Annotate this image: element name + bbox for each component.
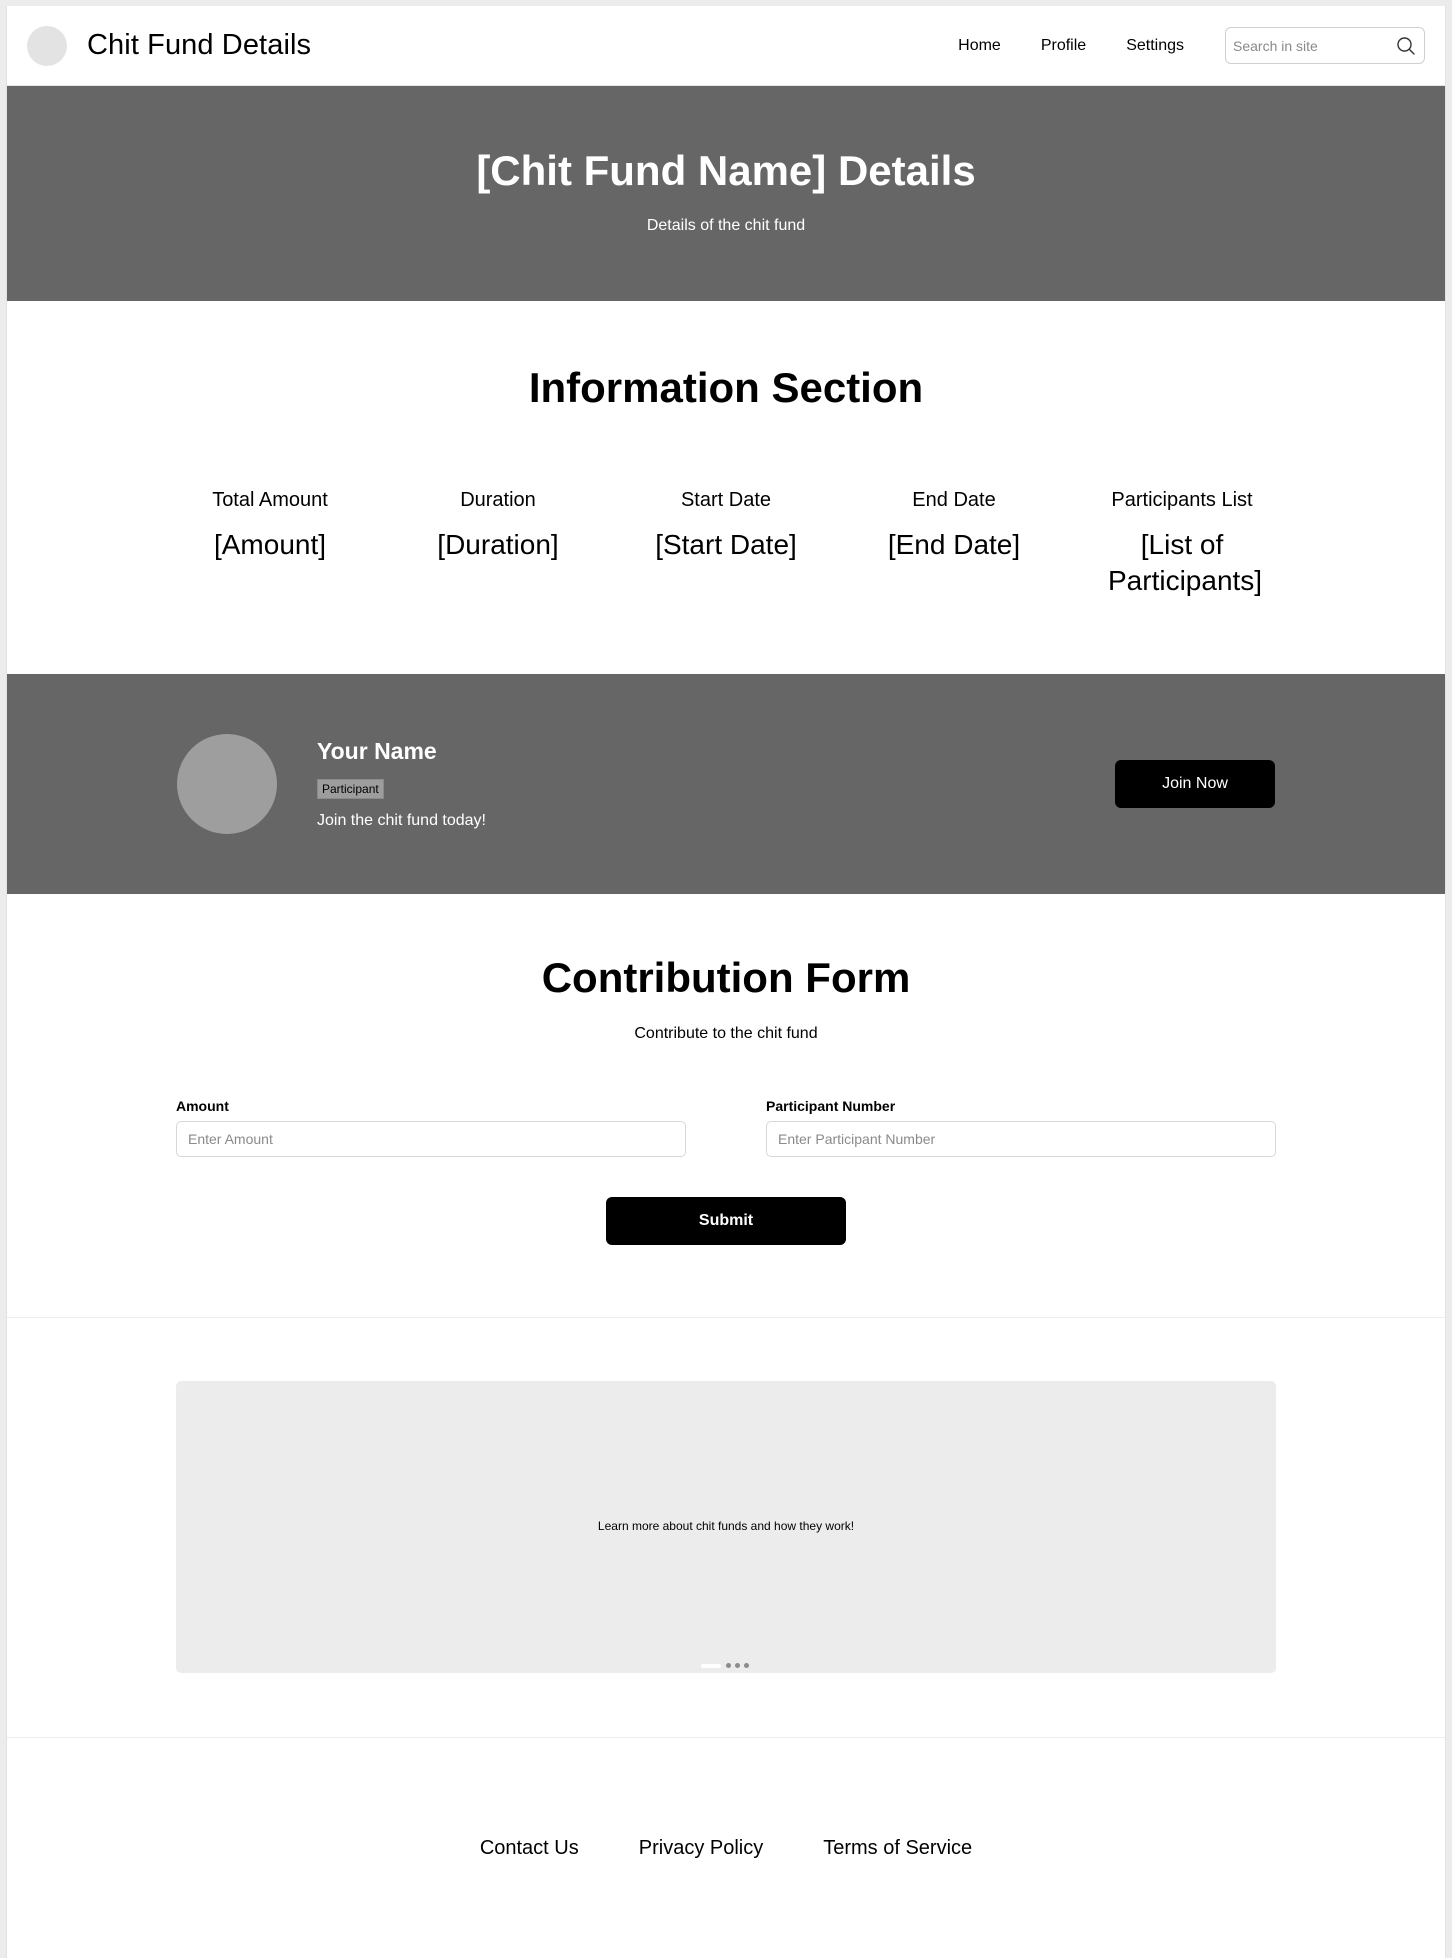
stat-label: Participants List	[1111, 489, 1253, 511]
stats-row: Total Amount [Amount] Duration [Duration…	[156, 488, 1296, 599]
carousel-section: Learn more about chit funds and how they…	[7, 1318, 1445, 1738]
profile-info: Your Name Participant Join the chit fund…	[317, 738, 486, 830]
profile-band: Your Name Participant Join the chit fund…	[7, 674, 1445, 894]
stat-label: Duration	[460, 489, 536, 511]
stat-start-date: Start Date [Start Date]	[612, 488, 840, 599]
stat-end-date: End Date [End Date]	[840, 488, 1068, 599]
submit-button[interactable]: Submit	[606, 1197, 846, 1245]
amount-field-group: Amount	[176, 1098, 686, 1157]
carousel-indicators	[176, 1663, 1276, 1668]
carousel-slide-text: Learn more about chit funds and how they…	[597, 1519, 855, 1533]
carousel-dot-active[interactable]	[701, 1663, 721, 1668]
nav-home-link[interactable]: Home	[958, 37, 1001, 55]
join-now-button[interactable]: Join Now	[1115, 760, 1275, 808]
stat-label: Total Amount	[212, 489, 328, 511]
hero-subtitle: Details of the chit fund	[646, 217, 806, 234]
amount-input[interactable]	[176, 1121, 686, 1157]
stat-value: [List of Participants]	[1108, 529, 1263, 596]
amount-label: Amount	[176, 1098, 229, 1114]
search-icon[interactable]	[1396, 36, 1416, 56]
contribution-subtitle: Contribute to the chit fund	[634, 1025, 818, 1042]
stat-value: [Start Date]	[655, 529, 797, 560]
site-footer: Contact Us Privacy Policy Terms of Servi…	[7, 1738, 1445, 1958]
hero-banner: [Chit Fund Name] Details Details of the …	[7, 86, 1445, 301]
main-nav: Home Profile Settings	[958, 37, 1184, 55]
site-header: Chit Fund Details Home Profile Settings	[7, 6, 1445, 86]
search-box	[1225, 27, 1425, 64]
page: Chit Fund Details Home Profile Settings …	[6, 6, 1446, 1958]
contribution-form: Amount Participant Number	[176, 1098, 1276, 1157]
footer-contact-link[interactable]: Contact Us	[480, 1837, 579, 1860]
stat-value: [Duration]	[437, 529, 559, 560]
site-title: Chit Fund Details	[87, 29, 312, 61]
nav-profile-link[interactable]: Profile	[1041, 37, 1086, 55]
participant-number-field-group: Participant Number	[766, 1098, 1276, 1157]
stat-label: Start Date	[680, 489, 772, 511]
profile-tagline: Join the chit fund today!	[317, 812, 486, 829]
stat-participants-list: Participants List [List of Participants]	[1068, 488, 1296, 599]
carousel-dot[interactable]	[744, 1663, 749, 1668]
stat-total-amount: Total Amount [Amount]	[156, 488, 384, 599]
information-title: Information Section	[528, 364, 924, 411]
search-input[interactable]	[1233, 37, 1396, 54]
stat-value: [Amount]	[213, 529, 327, 560]
nav-settings-link[interactable]: Settings	[1126, 37, 1184, 55]
footer-privacy-link[interactable]: Privacy Policy	[639, 1837, 763, 1860]
carousel-dot[interactable]	[726, 1663, 731, 1668]
hero-title: [Chit Fund Name] Details	[476, 147, 976, 194]
information-section: Information Section Total Amount [Amount…	[7, 301, 1445, 674]
stat-value: [End Date]	[887, 529, 1021, 560]
info-carousel[interactable]: Learn more about chit funds and how they…	[176, 1381, 1276, 1673]
participant-number-input[interactable]	[766, 1121, 1276, 1157]
stat-label: End Date	[912, 489, 996, 511]
avatar	[177, 734, 277, 834]
stat-duration: Duration [Duration]	[384, 488, 612, 599]
logo-icon[interactable]	[27, 25, 67, 66]
contribution-section: Contribution Form Contribute to the chit…	[7, 894, 1445, 1318]
contribution-title: Contribution Form	[541, 954, 911, 1001]
profile-name: Your Name	[317, 738, 437, 764]
footer-terms-link[interactable]: Terms of Service	[823, 1837, 972, 1860]
participant-number-label: Participant Number	[766, 1098, 896, 1114]
role-badge: Participant	[317, 779, 384, 799]
carousel-dot[interactable]	[735, 1663, 740, 1668]
